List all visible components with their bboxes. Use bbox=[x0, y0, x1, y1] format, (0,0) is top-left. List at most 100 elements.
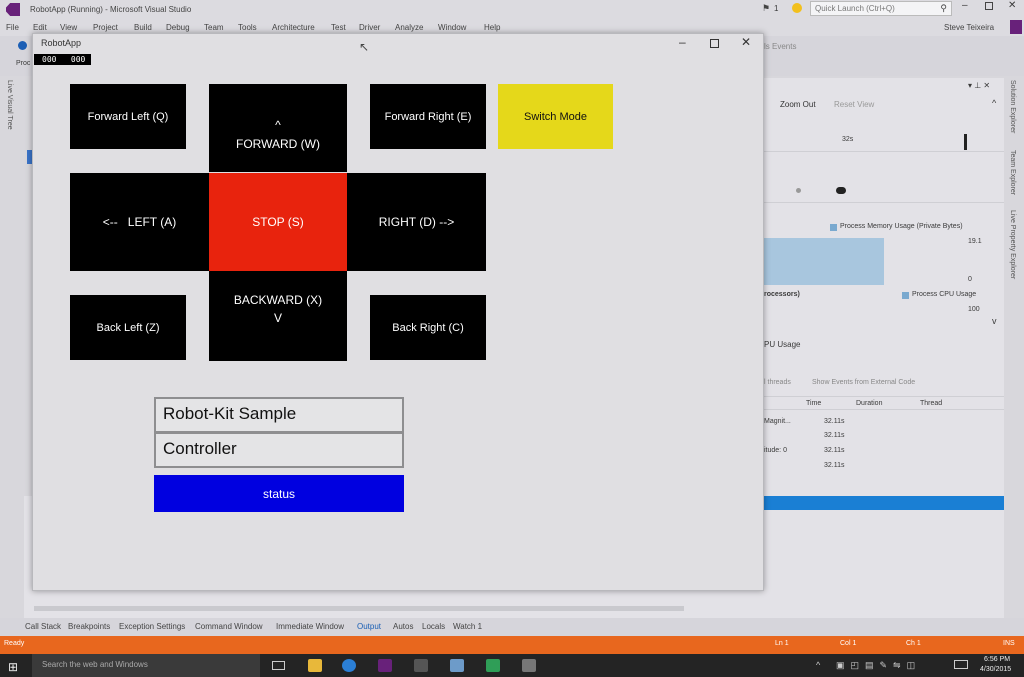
forward-label: FORWARD (W) bbox=[236, 137, 320, 151]
back-nav-icon[interactable] bbox=[18, 41, 27, 50]
internet-explorer-icon[interactable] bbox=[342, 659, 356, 672]
left-button[interactable]: <-- LEFT (A) bbox=[70, 173, 209, 271]
tray-icons[interactable]: ▣◰▤✎⇋◫ bbox=[836, 660, 921, 671]
backward-button[interactable]: BACKWARD (X) V bbox=[209, 271, 347, 361]
keyboard-icon[interactable] bbox=[954, 660, 968, 669]
event-marker[interactable] bbox=[836, 187, 846, 194]
tab-immediate-window[interactable]: Immediate Window bbox=[276, 622, 344, 631]
smiley-icon[interactable] bbox=[792, 3, 802, 13]
event-row-name[interactable]: itude: 0 bbox=[764, 447, 787, 454]
tab-exception-settings[interactable]: Exception Settings bbox=[119, 622, 185, 631]
controller-textbox[interactable]: Controller bbox=[154, 432, 404, 468]
windows-start-icon[interactable]: ⊞ bbox=[8, 660, 18, 674]
scroll-down-icon[interactable]: v bbox=[992, 316, 997, 326]
switch-mode-button[interactable]: Switch Mode bbox=[498, 84, 613, 149]
col-duration[interactable]: Duration bbox=[856, 400, 882, 407]
col-time[interactable]: Time bbox=[806, 400, 821, 407]
timeline-tick-32s: 32s bbox=[842, 136, 854, 143]
taskbar-search-placeholder: Search the web and Windows bbox=[42, 660, 148, 669]
col-thread[interactable]: Thread bbox=[920, 400, 942, 407]
menu-project[interactable]: Project bbox=[93, 23, 118, 32]
file-explorer-icon[interactable] bbox=[308, 659, 322, 672]
event-row-time[interactable]: 32.11s bbox=[824, 432, 845, 439]
filter-icon[interactable]: ⚑ bbox=[762, 3, 770, 14]
taskbar-search-box[interactable]: Search the web and Windows bbox=[32, 654, 260, 677]
menu-team[interactable]: Team bbox=[204, 23, 224, 32]
menu-architecture[interactable]: Architecture bbox=[272, 23, 315, 32]
robot-app-taskbar-icon[interactable] bbox=[522, 659, 536, 672]
threads-filter[interactable]: l threads bbox=[764, 379, 791, 386]
solution-explorer-tab[interactable]: Solution Explorer bbox=[1009, 80, 1016, 133]
status-line: Ln 1 bbox=[775, 640, 789, 647]
task-view-icon[interactable] bbox=[272, 661, 285, 670]
tab-autos[interactable]: Autos bbox=[393, 622, 413, 631]
tab-watch-1[interactable]: Watch 1 bbox=[453, 622, 482, 631]
tab-output[interactable]: Output bbox=[357, 622, 381, 631]
user-name[interactable]: Steve Teixeira bbox=[944, 23, 994, 32]
event-marker[interactable] bbox=[796, 188, 801, 193]
app-maximize-icon[interactable] bbox=[710, 39, 719, 48]
zoom-out-button[interactable]: Zoom Out bbox=[780, 100, 816, 109]
team-explorer-tab[interactable]: Team Explorer bbox=[1009, 150, 1016, 195]
menu-driver[interactable]: Driver bbox=[359, 23, 380, 32]
cpu-legend: Process CPU Usage bbox=[912, 291, 977, 298]
menu-analyze[interactable]: Analyze bbox=[395, 23, 423, 32]
app-close-icon[interactable]: ✕ bbox=[741, 35, 751, 49]
timeline-cursor[interactable] bbox=[964, 134, 967, 150]
menu-test[interactable]: Test bbox=[331, 23, 346, 32]
tray-chevron-icon[interactable]: ^ bbox=[816, 660, 820, 670]
menu-help[interactable]: Help bbox=[484, 23, 500, 32]
event-row-time[interactable]: 32.11s bbox=[824, 447, 845, 454]
back-right-button[interactable]: Back Right (C) bbox=[370, 295, 486, 360]
event-row-time[interactable]: 32.11s bbox=[824, 462, 845, 469]
user-avatar[interactable] bbox=[1010, 20, 1022, 34]
tab-breakpoints[interactable]: Breakpoints bbox=[68, 622, 110, 631]
menu-view[interactable]: View bbox=[60, 23, 77, 32]
maximize-icon[interactable] bbox=[985, 2, 993, 10]
scroll-up-icon[interactable]: ^ bbox=[992, 98, 996, 108]
back-left-button[interactable]: Back Left (Z) bbox=[70, 295, 186, 360]
reset-view-button[interactable]: Reset View bbox=[834, 100, 874, 109]
menu-build[interactable]: Build bbox=[134, 23, 152, 32]
show-external-code-toggle[interactable]: Show Events from External Code bbox=[812, 379, 915, 386]
quick-launch-input[interactable]: Quick Launch (Ctrl+Q) ⚲ bbox=[810, 1, 952, 16]
tab-locals[interactable]: Locals bbox=[422, 622, 445, 631]
event-row-time[interactable]: 32.11s bbox=[824, 418, 845, 425]
robot-kit-textbox[interactable]: Robot-Kit Sample bbox=[154, 397, 404, 433]
menu-file[interactable]: File bbox=[6, 23, 19, 32]
forward-button[interactable]: ^ FORWARD (W) bbox=[209, 84, 347, 172]
live-visual-tree-tab[interactable]: Live Visual Tree bbox=[6, 80, 13, 130]
tab-command-window[interactable]: Command Window bbox=[195, 622, 263, 631]
visual-studio-icon[interactable] bbox=[378, 659, 392, 672]
menu-tools[interactable]: Tools bbox=[238, 23, 257, 32]
terminal-icon[interactable] bbox=[414, 659, 428, 672]
live-property-explorer-tab[interactable]: Live Property Explorer bbox=[1009, 210, 1016, 279]
memory-graph-fill bbox=[764, 238, 884, 285]
tool-app-icon[interactable] bbox=[450, 659, 464, 672]
app-minimize-icon[interactable]: – bbox=[679, 35, 686, 49]
processors-label: rocessors) bbox=[764, 291, 800, 298]
close-icon[interactable]: ✕ bbox=[1008, 0, 1016, 11]
forward-right-button[interactable]: Forward Right (E) bbox=[370, 84, 486, 149]
event-row-name[interactable]: Magnit... bbox=[764, 418, 791, 425]
windows-taskbar: ⊞ Search the web and Windows ^ ▣◰▤✎⇋◫ 6:… bbox=[0, 654, 1024, 677]
right-button[interactable]: RIGHT (D) --> bbox=[347, 173, 486, 271]
menu-window[interactable]: Window bbox=[438, 23, 466, 32]
menu-debug[interactable]: Debug bbox=[166, 23, 190, 32]
output-scrollbar[interactable] bbox=[34, 606, 684, 611]
minimize-icon[interactable]: – bbox=[962, 0, 968, 11]
status-button[interactable]: status bbox=[154, 475, 404, 512]
clock-time[interactable]: 6:56 PM bbox=[984, 656, 1010, 663]
clock-date[interactable]: 4/30/2015 bbox=[980, 666, 1011, 673]
menu-edit[interactable]: Edit bbox=[33, 23, 47, 32]
tab-call-stack[interactable]: Call Stack bbox=[25, 622, 61, 631]
panel-pin-icon[interactable]: ▾ ⊥ ✕ bbox=[968, 81, 990, 90]
spreadsheet-app-icon[interactable] bbox=[486, 659, 500, 672]
events-label: ls Events bbox=[764, 42, 797, 51]
notification-count[interactable]: 1 bbox=[774, 4, 778, 13]
cpu-legend-swatch bbox=[902, 292, 909, 299]
process-label: Proc bbox=[16, 60, 31, 67]
forward-left-button[interactable]: Forward Left (Q) bbox=[70, 84, 186, 149]
cpu-usage-tab[interactable]: PU Usage bbox=[764, 340, 800, 349]
stop-button[interactable]: STOP (S) bbox=[209, 173, 347, 271]
